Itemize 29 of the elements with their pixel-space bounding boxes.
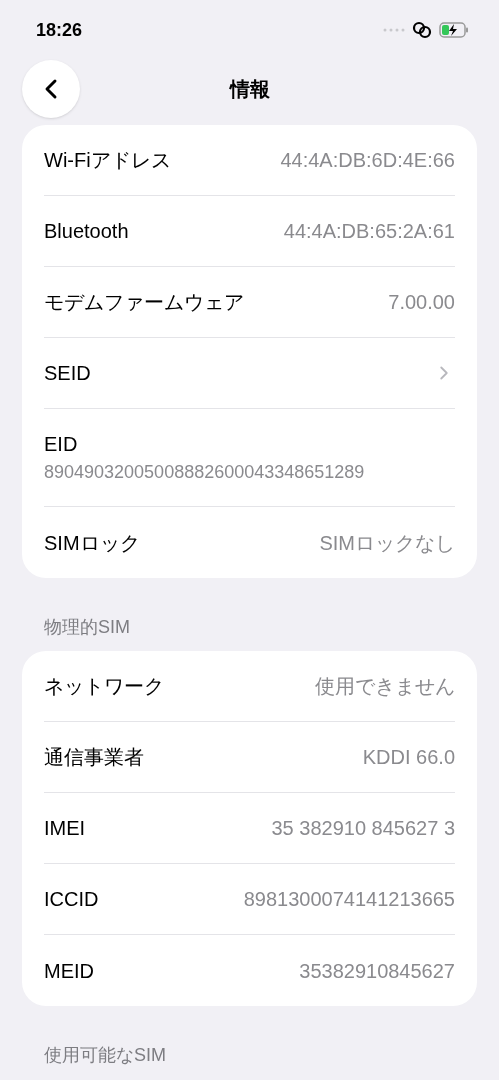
status-time: 18:26 [36, 18, 83, 42]
page-title: 情報 [229, 77, 270, 102]
row-value: 89049032005008882600043348651289 [44, 461, 366, 484]
row-value: 35382910845627 [299, 958, 455, 984]
row-value: 44:4A:DB:65:2A:61 [283, 219, 455, 244]
row-label: Bluetooth [44, 219, 129, 244]
row-value: 8981300074141213665 [243, 887, 455, 912]
row-label: MEID [44, 958, 94, 984]
row-label: ネットワーク [44, 674, 164, 699]
row-label: IMEI [44, 816, 86, 841]
signal-dots-icon [383, 28, 405, 32]
row-label: ICCID [44, 887, 99, 912]
row-value: 使用できません [315, 674, 455, 699]
section-header: 使用可能なSIM [44, 1045, 166, 1065]
row-label: SIMロック [44, 530, 140, 556]
row-value: 7.00.00 [388, 290, 455, 315]
row-label[interactable]: SEID [44, 358, 91, 388]
row-value: KDDI 66.0 [362, 745, 455, 770]
row-label: Wi-Fiアドレス [44, 148, 171, 173]
row-label: EID [44, 432, 79, 457]
link-icon [411, 21, 433, 39]
battery-icon [439, 22, 469, 38]
back-button[interactable] [22, 60, 80, 118]
row-value: 35 382910 845627 3 [271, 816, 455, 841]
row-label: 通信事業者 [44, 745, 144, 770]
row-value: 44:4A:DB:6D:4E:66 [280, 148, 455, 173]
section-header: 物理的SIM [44, 617, 130, 637]
row-value: SIMロックなし [319, 530, 455, 556]
row-label: モデムファームウェア [44, 290, 244, 315]
